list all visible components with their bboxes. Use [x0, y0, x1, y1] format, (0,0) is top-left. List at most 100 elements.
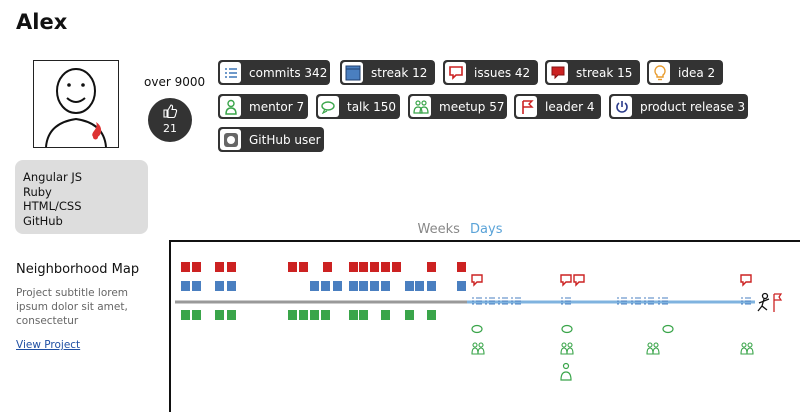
issue-bubble-icon	[573, 274, 585, 287]
lightbulb-icon	[649, 62, 670, 83]
group-icon	[646, 347, 660, 355]
tab-days[interactable]: Days	[470, 222, 502, 237]
group-icon	[740, 347, 754, 355]
badge-label: commits 342	[249, 65, 328, 80]
project-title: Neighborhood Map	[16, 262, 140, 277]
activity-square	[359, 310, 368, 320]
likes-caption: over 9000	[144, 75, 206, 89]
activity-square	[370, 281, 379, 291]
issue-bubble-icon	[560, 274, 572, 287]
activity-square	[227, 281, 236, 291]
badge-idea[interactable]: idea 2	[647, 60, 723, 85]
flag-icon	[774, 293, 783, 301]
activity-square	[227, 310, 236, 320]
activity-square	[457, 281, 466, 291]
likes-count: 21	[163, 122, 177, 135]
activity-square	[299, 310, 308, 320]
list-icon	[220, 62, 241, 83]
skill-item: Ruby	[23, 184, 52, 199]
activity-square	[405, 310, 414, 320]
calendar-icon	[342, 62, 363, 83]
activity-square	[192, 262, 201, 272]
group-icon	[567, 342, 573, 348]
view-tabs: Weeks Days	[0, 222, 800, 237]
activity-square	[288, 310, 297, 320]
activity-square	[181, 281, 190, 291]
badge-label: issues 42	[474, 65, 531, 80]
activity-square	[427, 262, 436, 272]
badge-label: mentor 7	[249, 99, 305, 114]
runner-icon	[757, 298, 770, 312]
badge-label: streak 15	[576, 65, 633, 80]
activity-square	[299, 262, 308, 272]
activity-square	[215, 262, 224, 272]
badge-github-user[interactable]: GitHub user	[218, 127, 324, 152]
activity-square	[381, 310, 390, 320]
tab-weeks[interactable]: Weeks	[418, 222, 460, 237]
issue-bubble-icon	[471, 274, 483, 287]
badge-commits[interactable]: commits 342	[218, 60, 330, 85]
activity-square	[321, 310, 330, 320]
activity-square	[288, 262, 297, 272]
activity-square	[323, 262, 332, 272]
group-icon	[560, 347, 574, 355]
avatar	[33, 60, 119, 148]
activity-square	[215, 310, 224, 320]
badge-talk[interactable]: talk 150	[316, 94, 400, 119]
badge-streak-issues[interactable]: streak 15	[545, 60, 640, 85]
badge-label: meetup 57	[439, 99, 505, 114]
activity-square	[381, 262, 390, 272]
group-icon	[472, 342, 478, 348]
badge-label: streak 12	[371, 65, 428, 80]
github-icon	[220, 129, 241, 150]
activity-square	[181, 262, 190, 272]
activity-square	[359, 262, 368, 272]
timeline-canvas	[175, 262, 783, 381]
issue-bubble-icon	[740, 274, 752, 287]
project-subtitle: Project subtitle lorem ipsum dolor sit a…	[16, 287, 129, 327]
likes-button[interactable]: 21	[148, 98, 192, 142]
badge-mentor[interactable]: mentor 7	[218, 94, 308, 119]
group-icon	[747, 342, 753, 348]
activity-square	[349, 310, 358, 320]
flag-icon	[516, 96, 537, 117]
group-icon	[478, 342, 484, 348]
speech-bubble-icon	[318, 96, 339, 117]
activity-square	[181, 310, 190, 320]
view-project-link[interactable]: View Project	[16, 339, 80, 351]
group-icon	[561, 342, 567, 348]
badge-label: talk 150	[347, 99, 397, 114]
group-icon	[741, 342, 747, 348]
stick-figure-icon	[45, 68, 107, 148]
speech-bubble-icon	[471, 324, 483, 334]
activity-square	[310, 281, 319, 291]
group-icon	[647, 342, 653, 348]
activity-square	[457, 262, 466, 272]
badge-streak-commits[interactable]: streak 12	[340, 60, 435, 85]
activity-square	[427, 281, 436, 291]
activity-square	[310, 310, 319, 320]
badge-label: leader 4	[545, 99, 595, 114]
activity-square	[349, 262, 358, 272]
badge-meetup[interactable]: meetup 57	[408, 94, 507, 119]
activity-timeline	[169, 240, 800, 412]
activity-square	[227, 262, 236, 272]
skill-item: HTML/CSS	[23, 199, 82, 213]
activity-square	[333, 281, 342, 291]
activity-square	[381, 281, 390, 291]
activity-square	[405, 281, 414, 291]
runner-icon	[761, 292, 769, 300]
activity-square	[215, 281, 224, 291]
speech-bubble-icon	[561, 324, 573, 334]
group-icon	[410, 96, 431, 117]
badge-label: product release 3	[640, 99, 746, 114]
issue-bubble-icon	[445, 62, 466, 83]
person-icon	[560, 371, 572, 381]
badge-product-release[interactable]: product release 3	[609, 94, 748, 119]
activity-square	[392, 262, 401, 272]
activity-square	[427, 310, 436, 320]
badge-leader[interactable]: leader 4	[514, 94, 601, 119]
person-icon	[562, 362, 570, 370]
activity-square	[192, 281, 201, 291]
badge-issues[interactable]: issues 42	[443, 60, 538, 85]
